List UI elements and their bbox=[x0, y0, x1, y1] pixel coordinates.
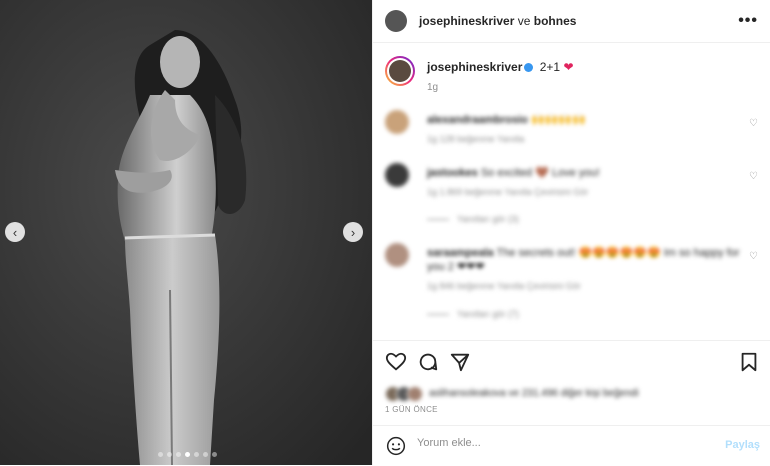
share-icon[interactable] bbox=[449, 351, 471, 373]
comment-username[interactable]: alexandraambrosio bbox=[427, 114, 528, 126]
slide-indicator bbox=[158, 452, 217, 457]
post-header: josephineskriver ve bohnes ••• bbox=[373, 0, 770, 43]
comment-body: So excited 🤎 Love you! bbox=[480, 167, 600, 179]
comment-text: saraampeala The secrets out! 😍😍😍😍😍😍 Im s… bbox=[427, 246, 747, 274]
chevron-left-icon[interactable]: ‹ bbox=[5, 222, 25, 242]
comment-meta: 1g 128 beğenme Yanıtla bbox=[427, 134, 525, 144]
comment-meta: 1g 1.869 beğenme Yanıtla Çevirisini Gör bbox=[427, 187, 589, 197]
caption-time: 1g bbox=[427, 82, 439, 93]
avatar[interactable] bbox=[385, 163, 409, 187]
post-comment-button[interactable]: Paylaş bbox=[725, 439, 760, 451]
avatar[interactable] bbox=[385, 243, 409, 267]
photo-image bbox=[0, 0, 372, 465]
post-details-panel: josephineskriver ve bohnes ••• josephine… bbox=[372, 0, 770, 465]
comment-body: 🙌🙌🙌🙌 bbox=[530, 114, 586, 126]
verified-badge-icon bbox=[524, 63, 534, 72]
caption-body: 2+1 bbox=[539, 60, 561, 74]
author-connector: ve bbox=[517, 14, 531, 28]
slide-dot-active bbox=[185, 452, 190, 457]
slide-dot bbox=[203, 452, 208, 457]
comment-input[interactable]: Yorum ekle... bbox=[417, 437, 687, 449]
likes-text: aslihansoleakova ve 231.496 diğer kişi b… bbox=[429, 388, 639, 399]
comment-meta: 1g 846 beğenme Yanıtla Çevirisini Gör bbox=[427, 281, 581, 291]
slide-dot bbox=[158, 452, 163, 457]
collaborator-username[interactable]: bohnes bbox=[534, 14, 577, 28]
author-username[interactable]: josephineskriver bbox=[419, 14, 514, 28]
slide-dot bbox=[194, 452, 199, 457]
chevron-right-icon[interactable]: › bbox=[343, 222, 363, 242]
avatar[interactable] bbox=[385, 10, 407, 32]
view-replies-button[interactable]: Yanıtları gör (7) bbox=[427, 309, 519, 319]
comment-item: saraampeala The secrets out! 😍😍😍😍😍😍 Im s… bbox=[385, 243, 758, 323]
likes-summary[interactable]: aslihansoleakova ve 231.496 diğer kişi b… bbox=[385, 386, 758, 404]
slide-dot bbox=[212, 452, 217, 457]
comment-text: jastookes So excited 🤎 Love you! bbox=[427, 166, 600, 179]
slide-dot bbox=[176, 452, 181, 457]
smiley-icon[interactable] bbox=[386, 436, 406, 456]
heart-icon[interactable]: ♡ bbox=[749, 171, 758, 182]
comment-item: jastookes So excited 🤎 Love you! 1g 1.86… bbox=[385, 163, 758, 225]
heart-icon[interactable]: ♡ bbox=[749, 251, 758, 262]
post-photo[interactable]: ‹ › bbox=[0, 0, 372, 465]
liker-avatars bbox=[385, 386, 423, 402]
heart-icon[interactable] bbox=[385, 351, 407, 373]
avatar[interactable] bbox=[385, 56, 415, 86]
comment-icon[interactable] bbox=[417, 351, 439, 373]
heart-icon[interactable]: ♡ bbox=[749, 118, 758, 129]
view-replies-button[interactable]: Yanıtları gör (3) bbox=[427, 214, 519, 224]
avatar[interactable] bbox=[385, 110, 409, 134]
action-bar bbox=[373, 340, 770, 385]
more-horizontal-icon[interactable]: ••• bbox=[738, 12, 758, 30]
comment-item: alexandraambrosio 🙌🙌🙌🙌 1g 128 beğenme Ya… bbox=[385, 110, 758, 150]
post-time-ago: 1 GÜN ÖNCE bbox=[385, 405, 438, 414]
post-authors: josephineskriver ve bohnes bbox=[419, 14, 576, 28]
comment-input-row: Yorum ekle... Paylaş bbox=[373, 425, 770, 466]
post-modal: ‹ › josephineskriver ve bohnes ••• josep… bbox=[0, 0, 770, 465]
comment-text: alexandraambrosio 🙌🙌🙌🙌 bbox=[427, 113, 586, 126]
caption-username[interactable]: josephineskriver bbox=[427, 60, 522, 74]
caption-text: josephineskriver 2+1 ❤ bbox=[427, 60, 574, 74]
bookmark-icon[interactable] bbox=[738, 351, 760, 373]
comment-username[interactable]: saraampeala bbox=[427, 247, 494, 259]
comment-username[interactable]: jastookes bbox=[427, 167, 478, 179]
heart-emoji: ❤ bbox=[563, 60, 574, 74]
slide-dot bbox=[167, 452, 172, 457]
